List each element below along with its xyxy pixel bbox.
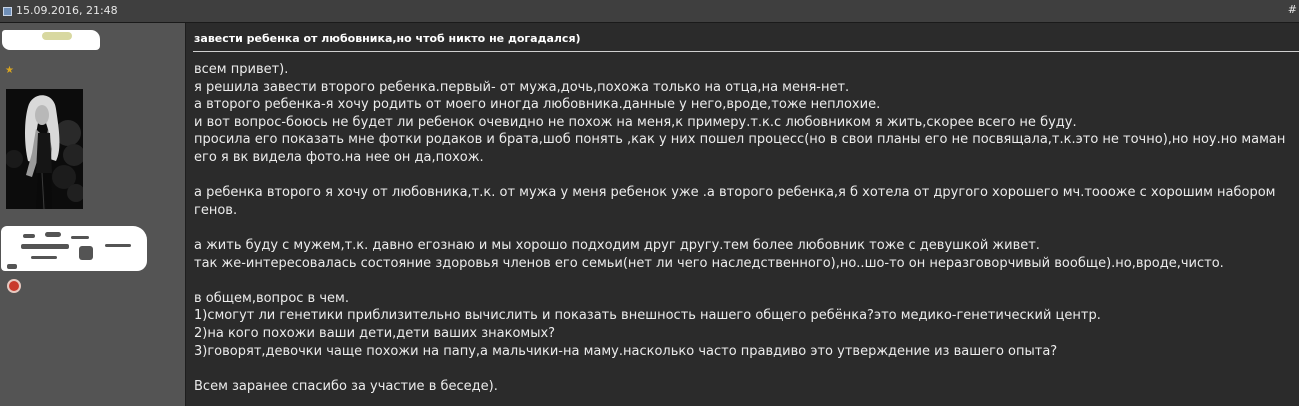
post-header: 15.09.2016, 21:48 # bbox=[0, 0, 1299, 23]
post-body-line: всем привет). bbox=[194, 62, 289, 77]
post-body-line: Всем заранее спасибо за участие в беседе… bbox=[194, 378, 498, 394]
post-title: завести ребенка от любовника,но чтоб ник… bbox=[194, 32, 581, 45]
user-info-column: ★ bbox=[0, 23, 186, 406]
post-body-line: его я вк видела фото.на нее он да,похож. bbox=[194, 149, 484, 165]
post-body-line: а жить буду с мужем,т.к. давно егознаю и… bbox=[194, 237, 1040, 253]
post-body-line bbox=[194, 219, 1299, 237]
post-body-line: я решила завести второго ребенка.первый-… bbox=[194, 79, 850, 95]
forum-post: 15.09.2016, 21:48 # ★ завести ребенка от… bbox=[0, 0, 1299, 406]
post-date: 15.09.2016, 21:48 bbox=[16, 4, 118, 17]
post-body-line: 2)на кого похожи ваши дети,дети ваших зн… bbox=[194, 325, 556, 341]
post-body-line: в общем,вопрос в чем. bbox=[194, 290, 349, 306]
post-number-link[interactable]: # bbox=[1288, 3, 1297, 16]
redacted-username bbox=[2, 30, 100, 50]
post-body-line: 3)говорят,девочки чаще похожи на папу,а … bbox=[194, 343, 1058, 359]
post-body-line: так же-интересовалась состояние здоровья… bbox=[194, 255, 1224, 271]
post-body-line: а ребенка второго я хочу от любовника,т.… bbox=[194, 185, 1276, 201]
post-body-line: просила его показать мне фотки родаков и… bbox=[194, 132, 1286, 148]
redacted-user-info bbox=[1, 226, 147, 271]
post-body-line: генов. bbox=[194, 202, 238, 218]
rank-star-icon: ★ bbox=[5, 65, 14, 76]
avatar[interactable] bbox=[6, 89, 83, 209]
reputation-icon[interactable] bbox=[7, 279, 21, 293]
post-content: завести ребенка от любовника,но чтоб ник… bbox=[187, 23, 1299, 406]
title-divider bbox=[193, 51, 1299, 52]
post-body-line: 1)смогут ли генетики приблизительно вычи… bbox=[194, 308, 1101, 324]
post-icon bbox=[3, 7, 12, 16]
post-body: всем привет). я решила завести второго р… bbox=[194, 61, 1299, 395]
post-body-line bbox=[194, 360, 1299, 378]
post-body-line bbox=[194, 272, 1299, 290]
post-body-line bbox=[194, 167, 1299, 185]
post-body-line: а второго ребенка-я хочу родить от моего… bbox=[194, 97, 881, 113]
post-body-line: и вот вопрос-боюсь не будет ли ребенок о… bbox=[194, 114, 1077, 130]
